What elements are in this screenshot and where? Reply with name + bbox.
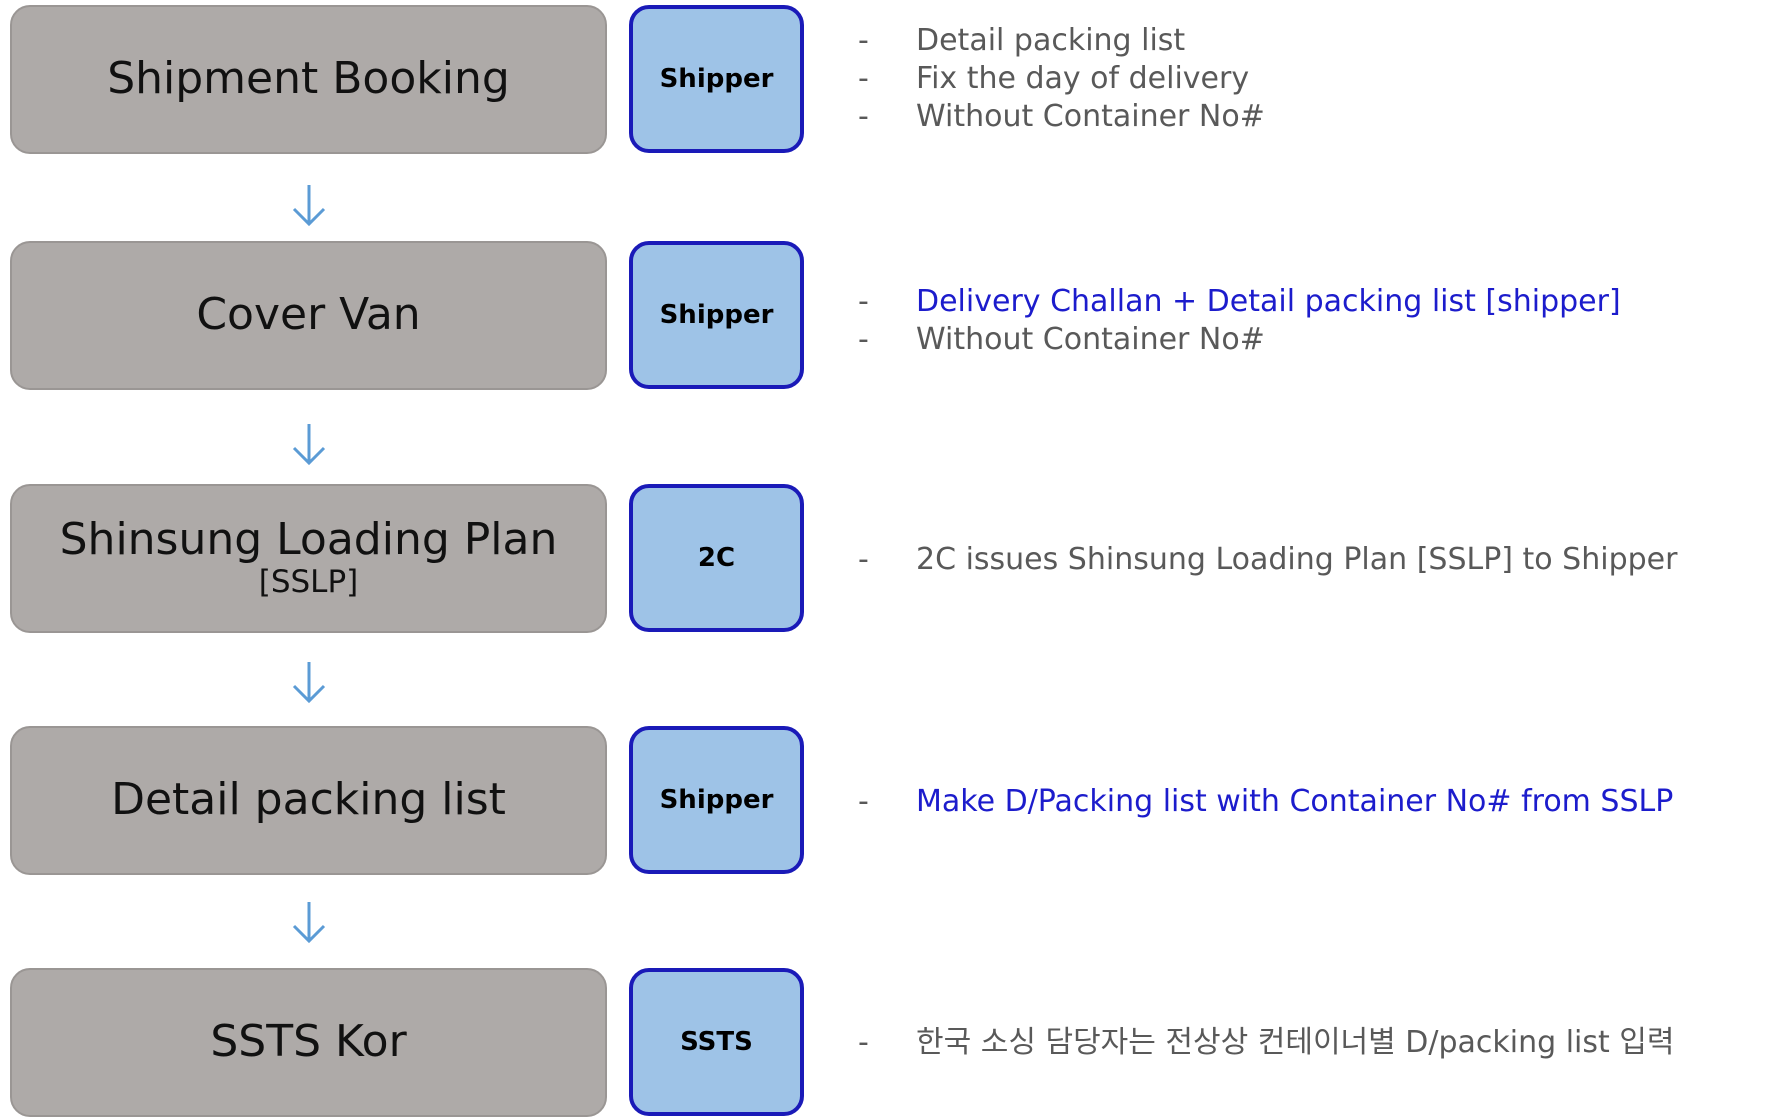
notes-step-1: Detail packing list Fix the day of deliv…	[858, 22, 1265, 136]
step-title: Detail packing list	[111, 774, 506, 826]
step-box-ssts-kor: SSTS Kor	[10, 968, 607, 1117]
notes-step-2: Delivery Challan + Detail packing list […	[858, 283, 1621, 359]
step-title: Shipment Booking	[107, 53, 510, 105]
note-item: Without Container No#	[858, 98, 1265, 136]
step-box-detail-packing-list: Detail packing list	[10, 726, 607, 875]
note-item: 한국 소싱 담당자는 전상상 컨테이너별 D/packing list 입력	[858, 1024, 1675, 1062]
note-item: Delivery Challan + Detail packing list […	[858, 283, 1621, 321]
notes-step-3: 2C issues Shinsung Loading Plan [SSLP] t…	[858, 541, 1677, 579]
step-box-shinsung-loading-plan: Shinsung Loading Plan [SSLP]	[10, 484, 607, 633]
role-box-step-1: Shipper	[629, 5, 804, 153]
note-item: Fix the day of delivery	[858, 60, 1265, 98]
note-item: Make D/Packing list with Container No# f…	[858, 783, 1673, 821]
arrow-down-icon	[292, 902, 326, 944]
step-title: SSTS Kor	[210, 1016, 407, 1068]
note-item: Detail packing list	[858, 22, 1265, 60]
role-box-step-2: Shipper	[629, 241, 804, 389]
arrow-down-icon	[292, 662, 326, 704]
step-title: Shinsung Loading Plan	[59, 514, 558, 566]
step-box-shipment-booking: Shipment Booking	[10, 5, 607, 154]
notes-step-5: 한국 소싱 담당자는 전상상 컨테이너별 D/packing list 입력	[858, 1024, 1675, 1062]
step-subtitle: [SSLP]	[258, 563, 359, 600]
notes-step-4: Make D/Packing list with Container No# f…	[858, 783, 1673, 821]
step-box-cover-van: Cover Van	[10, 241, 607, 390]
role-box-step-3: 2C	[629, 484, 804, 632]
arrow-down-icon	[292, 424, 326, 466]
note-item: 2C issues Shinsung Loading Plan [SSLP] t…	[858, 541, 1677, 579]
role-box-step-4: Shipper	[629, 726, 804, 874]
note-item: Without Container No#	[858, 321, 1621, 359]
role-box-step-5: SSTS	[629, 968, 804, 1116]
arrow-down-icon	[292, 185, 326, 227]
step-title: Cover Van	[196, 289, 421, 341]
